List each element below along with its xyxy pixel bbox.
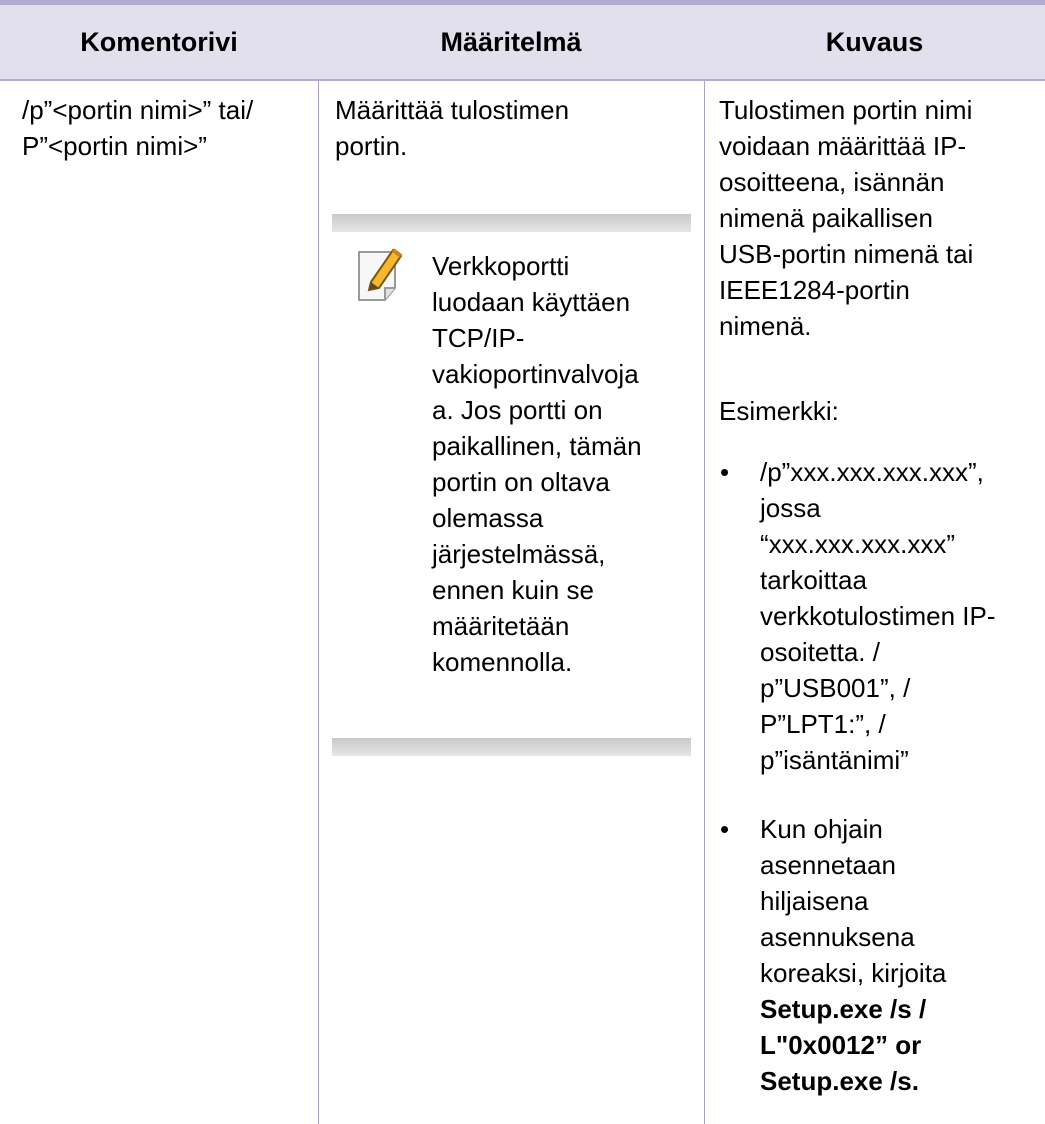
bullet-text: /p”xxx.xxx.xxx.xxx”, jossa “xxx.xxx.xxx.… (760, 454, 1040, 778)
bullet-line: p”isäntänimi” (760, 745, 909, 775)
bullet-line: koreaksi, kirjoita (760, 958, 947, 988)
description-text: voidaan määrittää IP- (719, 131, 967, 161)
note-line: a. Jos portti on (432, 395, 603, 425)
command-line-text: /p”<portin nimi>” tai/ (22, 95, 254, 125)
note-line: portin on oltava (432, 467, 610, 497)
note-bottom-bar (332, 738, 691, 756)
note-line: vakioportinvalvoja (432, 359, 639, 389)
bullet-icon: • (720, 457, 730, 487)
list-item: • Kun ohjain asennetaan hiljaisena asenn… (720, 811, 1030, 1111)
bullet-line: P”LPT1:”, / (760, 709, 886, 739)
description-text: Tulostimen portin nimi (719, 95, 973, 125)
command-example: Setup.exe /s. (760, 1066, 919, 1096)
bullet-line: verkkotulostimen IP- (760, 601, 996, 631)
command-line-table: Komentorivi Määritelmä Kuvaus /p”<portin… (0, 0, 1045, 1124)
note-line: luodaan käyttäen (432, 287, 631, 317)
note-top-bar (332, 214, 691, 232)
command-line-text: P”<portin nimi>” (22, 131, 207, 161)
bullet-icon: • (720, 814, 730, 844)
command-example: Setup.exe /s / (760, 994, 927, 1024)
bullet-text: Kun ohjain asennetaan hiljaisena asennuk… (760, 811, 1040, 1099)
column-divider (704, 81, 705, 1124)
description-text: nimenä. (719, 311, 812, 341)
bullet-line: asennuksena (760, 922, 915, 952)
description-cell: Tulostimen portin nimi voidaan määrittää… (719, 92, 1039, 344)
bullet-line: hiljaisena (760, 886, 869, 916)
note-line: komennolla. (432, 647, 573, 677)
note-line: paikallinen, tämän (432, 431, 642, 461)
description-text: IEEE1284-portin (719, 275, 910, 305)
note-text: Verkkoportti luodaan käyttäen TCP/IP- va… (432, 248, 692, 680)
header-bottom-rule (0, 79, 1045, 81)
definition-text: Määrittää tulostimen (335, 95, 570, 125)
command-line-cell: /p”<portin nimi>” tai/ P”<portin nimi>” (22, 92, 312, 164)
bullet-line: /p”xxx.xxx.xxx.xxx”, (760, 457, 984, 487)
list-item: • /p”xxx.xxx.xxx.xxx”, jossa “xxx.xxx.xx… (720, 454, 1030, 784)
table-header: Komentorivi Määritelmä Kuvaus (0, 5, 1045, 79)
bullet-line: osoitetta. / (760, 637, 880, 667)
note-line: määritetään (432, 611, 570, 641)
example-label: Esimerkki: (719, 396, 839, 426)
bullet-line: tarkoittaa (760, 565, 867, 595)
bullet-line: jossa (760, 493, 821, 523)
column-divider (318, 81, 319, 1124)
note-line: olemassa (432, 503, 544, 533)
description-text: USB-portin nimenä tai (719, 239, 974, 269)
note-line: TCP/IP- (432, 323, 525, 353)
description-text: nimenä paikallisen (719, 203, 933, 233)
header-kuvaus: Kuvaus (825, 26, 924, 57)
note-pencil-icon (358, 248, 403, 301)
bullet-line: p”USB001”, / (760, 673, 911, 703)
bullet-line: asennetaan (760, 850, 896, 880)
header-komentorivi: Komentorivi (80, 26, 238, 57)
description-text: osoitteena, isännän (719, 167, 945, 197)
header-maaritelma: Määritelmä (440, 26, 582, 57)
note-line: järjestelmässä, (432, 539, 606, 569)
note-line: ennen kuin se (432, 575, 594, 605)
note-line: Verkkoportti (432, 251, 570, 281)
bullet-line: “xxx.xxx.xxx.xxx” (760, 529, 955, 559)
definition-text: portin. (335, 131, 408, 161)
command-example: L"0x0012” or (760, 1030, 922, 1060)
bullet-line: Kun ohjain (760, 814, 883, 844)
definition-cell: Määrittää tulostimen portin. (335, 92, 695, 164)
